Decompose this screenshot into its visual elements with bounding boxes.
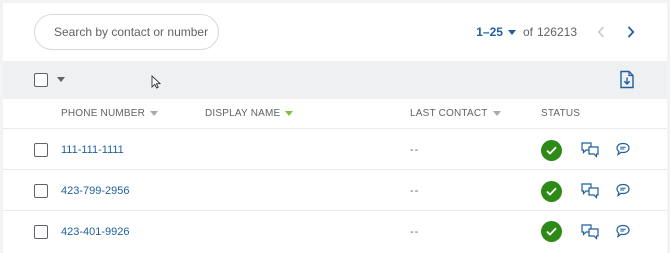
divider [3, 128, 667, 129]
sort-caret-icon [492, 111, 501, 116]
last-contact-value: -- [410, 185, 420, 197]
row-checkbox[interactable] [34, 184, 48, 198]
column-header-phone-number[interactable]: PHONE NUMBER [61, 108, 159, 119]
export-icon [620, 70, 634, 89]
mouse-pointer-icon [151, 75, 161, 89]
row-checkbox[interactable] [34, 225, 48, 239]
phone-number-link[interactable]: 423-799-2956 [61, 185, 130, 197]
of-label: of [522, 25, 533, 39]
conversation-icon [581, 183, 599, 199]
search-input[interactable] [34, 14, 219, 50]
conversation-button[interactable] [580, 182, 600, 199]
status-badge [541, 221, 562, 242]
page-range-dropdown[interactable]: 1–25 [476, 25, 516, 39]
chevron-right-icon [627, 26, 635, 38]
column-label: PHONE NUMBER [61, 108, 146, 119]
conversation-icon [581, 142, 599, 158]
message-icon [616, 224, 630, 238]
last-contact-value: -- [410, 226, 420, 238]
status-badge [541, 181, 562, 202]
checkmark-icon [546, 227, 557, 236]
previous-page-button[interactable] [593, 24, 609, 40]
conversation-icon [581, 224, 599, 240]
message-button[interactable] [615, 223, 631, 239]
conversation-button[interactable] [580, 223, 600, 240]
conversation-button[interactable] [580, 141, 600, 158]
column-label: LAST CONTACT [410, 108, 488, 119]
phone-number-link[interactable]: 423-401-9926 [61, 226, 130, 238]
pagination: 1–25 of 126213 [476, 20, 639, 44]
row-checkbox[interactable] [34, 143, 48, 157]
sort-caret-icon [285, 111, 294, 116]
message-button[interactable] [615, 141, 631, 157]
message-button[interactable] [615, 182, 631, 198]
column-label: STATUS [541, 108, 581, 119]
status-badge [541, 140, 562, 161]
column-header-status: STATUS [541, 108, 580, 119]
phone-number-link[interactable]: 111-111-1111 [61, 144, 124, 156]
divider [3, 210, 667, 211]
column-header-last-contact[interactable]: LAST CONTACT [410, 108, 501, 119]
checkmark-icon [546, 146, 557, 155]
message-icon [616, 142, 630, 156]
checkmark-icon [546, 187, 557, 196]
caret-down-icon [507, 29, 516, 35]
select-options-caret-icon[interactable] [57, 77, 65, 82]
total-count: 126213 [536, 25, 577, 39]
last-contact-value: -- [410, 144, 420, 156]
column-header-display-name[interactable]: DISPLAY NAME [205, 108, 294, 119]
export-button[interactable] [619, 70, 635, 94]
chevron-left-icon [597, 26, 605, 38]
divider [3, 169, 667, 170]
select-all-checkbox[interactable] [34, 73, 48, 87]
bulk-actions-bar [3, 61, 667, 99]
page-range-label: 1–25 [476, 25, 503, 39]
column-label: DISPLAY NAME [205, 108, 281, 119]
next-page-button[interactable] [623, 24, 639, 40]
sort-caret-icon [150, 111, 159, 116]
message-icon [616, 183, 630, 197]
